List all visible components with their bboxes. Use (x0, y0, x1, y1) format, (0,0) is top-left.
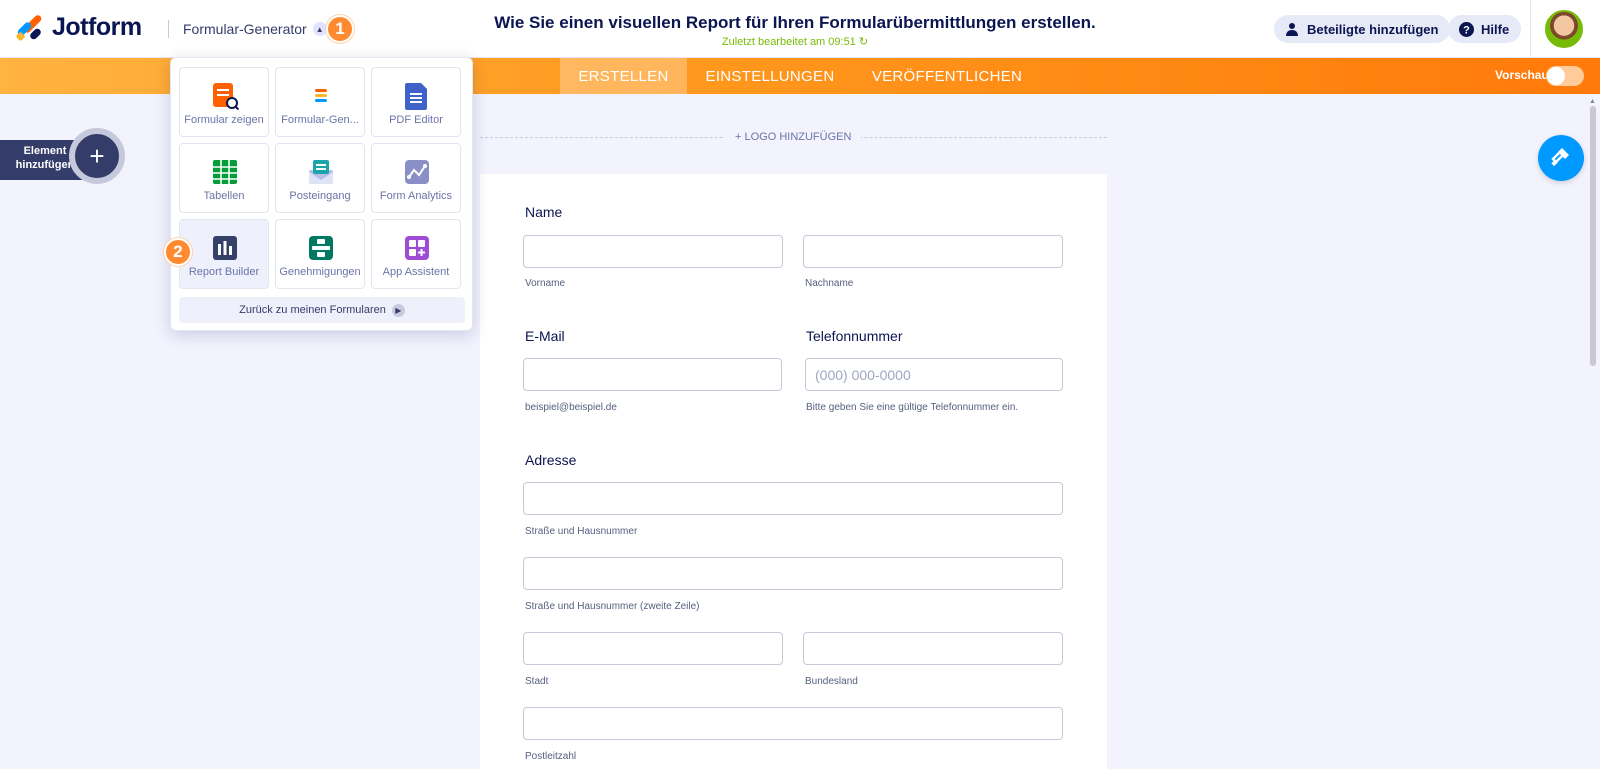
first-name-sublabel: Vorname (525, 278, 566, 289)
tile-label: Posteingang (289, 190, 351, 202)
add-element-label: Element hinzufügen (14, 144, 76, 172)
inbox-icon (307, 158, 333, 186)
tab-erstellen[interactable]: ERSTELLEN (560, 58, 687, 94)
analytics-icon (403, 158, 429, 186)
city-input[interactable] (523, 632, 783, 665)
tile-label: Form Analytics (379, 190, 453, 202)
form-title[interactable]: Wie Sie einen visuellen Report für Ihren… (400, 13, 1190, 33)
help-button[interactable]: ? Hilfe (1448, 15, 1522, 43)
first-name-input[interactable] (523, 235, 783, 268)
tile-formular-zeigen[interactable]: Formular zeigen (179, 67, 269, 137)
step-1-badge: 1 (326, 15, 354, 43)
form-builder-icon (307, 82, 333, 110)
add-element-label-line2: hinzufügen (15, 159, 75, 171)
jotform-logo-icon (15, 13, 43, 41)
page-scrollbar[interactable]: ▲ (1586, 96, 1600, 769)
phone-input[interactable]: (000) 000-0000 (805, 358, 1063, 391)
tile-posteingang[interactable]: Posteingang (275, 143, 365, 213)
approvals-icon (307, 234, 333, 262)
help-icon: ? (1458, 21, 1474, 37)
email-label: E-Mail (525, 328, 565, 344)
street2-sublabel: Straße und Hausnummer (zweite Zeile) (525, 601, 700, 612)
tile-pdf-editor[interactable]: PDF Editor (371, 67, 461, 137)
scroll-up-icon: ▲ (1589, 98, 1596, 105)
user-icon (1284, 21, 1300, 37)
tile-genehmigungen[interactable]: Genehmigungen (275, 219, 365, 289)
preview-toggle[interactable] (1546, 66, 1584, 86)
last-edited-status: Zuletzt bearbeitet am 09:51 ↻ (400, 35, 1190, 48)
form-designer-button[interactable] (1538, 135, 1584, 181)
back-to-forms-link[interactable]: Zurück zu meinen Formularen ▶ (179, 297, 465, 323)
add-logo-link[interactable]: + LOGO HINZUFÜGEN (725, 131, 862, 143)
step-2-badge: 2 (164, 238, 192, 266)
tile-label: Formular-Gen... (281, 114, 359, 126)
zip-input[interactable] (523, 707, 1063, 740)
app-switcher[interactable]: Formular-Generator ▲ (183, 21, 327, 37)
add-participants-label: Beteiligte hinzufügen (1307, 21, 1439, 37)
top-header: Jotform Formular-Generator ▲ 1 Wie Sie e… (0, 0, 1600, 58)
street-sublabel: Straße und Hausnummer (525, 526, 638, 537)
brand-name: Jotform (52, 13, 142, 41)
chevron-right-icon: ▶ (391, 303, 405, 317)
last-name-input[interactable] (803, 235, 1063, 268)
tile-form-analytics[interactable]: Form Analytics (371, 143, 461, 213)
tile-label: App Assistent (382, 266, 450, 278)
street-input[interactable] (523, 482, 1063, 515)
address-label: Adresse (525, 452, 577, 468)
state-sublabel: Bundesland (805, 676, 858, 687)
plus-icon: + (89, 140, 105, 171)
last-name-sublabel: Nachname (805, 278, 854, 289)
report-builder-icon (211, 234, 237, 262)
form-card: Name Vorname Nachname E-Mail beispiel@be… (480, 174, 1107, 769)
tile-label: PDF Editor (389, 114, 443, 126)
header-divider (168, 20, 169, 38)
pdf-editor-icon (403, 82, 429, 110)
help-label: Hilfe (1481, 21, 1510, 37)
phone-sublabel: Bitte geben Sie eine gültige Telefonnumm… (806, 402, 1019, 413)
back-to-forms-label: Zurück zu meinen Formularen (239, 304, 386, 316)
zip-sublabel: Postleitzahl (525, 751, 577, 762)
add-participants-button[interactable]: Beteiligte hinzufügen (1274, 15, 1451, 43)
tile-label: Genehmigungen (279, 266, 361, 278)
add-element-button[interactable]: + (69, 128, 125, 184)
avatar-area (1530, 0, 1600, 58)
phone-label: Telefonnummer (806, 328, 903, 344)
tile-label: Tabellen (203, 190, 245, 202)
last-edited-text: Zuletzt bearbeitet am 09:51 (721, 36, 856, 48)
state-input[interactable] (803, 632, 1063, 665)
app-switcher-dropdown: Formular zeigen Formular-Gen... PDF Edit… (170, 57, 473, 331)
tile-label: Formular zeigen (184, 114, 264, 126)
tables-icon (211, 158, 237, 186)
svg-text:?: ? (1463, 24, 1470, 36)
add-element-label-line1: Element (23, 145, 67, 157)
paint-roller-icon (1550, 145, 1572, 172)
name-label: Name (525, 204, 563, 220)
chevron-up-icon: ▲ (312, 22, 327, 36)
street2-input[interactable] (523, 557, 1063, 590)
tile-formular-generator[interactable]: Formular-Gen... (275, 67, 365, 137)
app-assistant-icon (403, 234, 429, 262)
app-switcher-label: Formular-Generator (183, 21, 307, 37)
email-input[interactable] (523, 358, 782, 391)
scrollbar-thumb[interactable] (1590, 106, 1596, 366)
refresh-icon: ↻ (858, 36, 869, 48)
tab-einstellungen[interactable]: EINSTELLUNGEN (688, 58, 852, 94)
form-view-icon (211, 82, 240, 111)
tile-label: Report Builder (188, 266, 260, 278)
city-sublabel: Stadt (525, 676, 549, 687)
tile-app-assistent[interactable]: App Assistent (371, 219, 461, 289)
jotform-logo[interactable]: Jotform (15, 13, 142, 42)
preview-label: Vorschau (1495, 68, 1549, 82)
tab-veroeffentlichen[interactable]: VERÖFFENTLICHEN (858, 58, 1036, 94)
email-sublabel: beispiel@beispiel.de (525, 402, 617, 413)
user-avatar[interactable] (1545, 10, 1583, 48)
tile-tabellen[interactable]: Tabellen (179, 143, 269, 213)
tile-report-builder[interactable]: Report Builder (179, 219, 269, 289)
